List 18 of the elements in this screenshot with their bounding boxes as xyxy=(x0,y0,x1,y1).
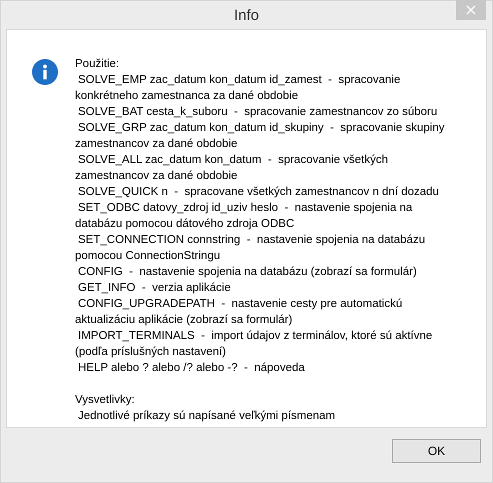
info-icon xyxy=(32,59,58,85)
ok-button[interactable]: OK xyxy=(392,439,481,463)
command-description: SOLVE_BAT cesta_k_suboru - spracovanie zamestnancov zo súboru xyxy=(77,105,438,120)
command-description: SET_CONNECTION connstring - nastavenie spojenia na databázu pomocou ConnectionStringu xyxy=(75,233,426,264)
command-description: HELP alebo ? alebo /? alebo -? - nápoveda xyxy=(77,361,306,376)
notes-heading: Vysvetlivky: xyxy=(75,393,136,408)
command-description: GET_INFO - verzia aplikácie xyxy=(77,281,232,296)
note-text: Jednotlivé príkazy sú napísané veľkými písmenam xyxy=(77,409,336,424)
command-description: SOLVE_EMP zac_datum kon_datum id_zamest - spracovanie konkrétneho zamestnanca za dané obdobie xyxy=(75,73,402,104)
command-description: CONFIG - nastavenie spojenia na databázu (zobrazí sa formulár) xyxy=(77,265,418,280)
command-description: CONFIG_UPGRADEPATH - nastavenie cesty pre automatickú aktualizáciu aplikácie (zobrazí sa formulár) xyxy=(75,297,404,328)
command-description: SOLVE_ALL zac_datum kon_datum - spracovanie všetkých zamestnancov za dané obdobie xyxy=(75,153,390,184)
usage-heading: Použitie: xyxy=(75,57,120,72)
command-description: IMPORT_TERMINALS - import údajov z terminálov, ktoré sú aktívne (podľa príslušných nastavení) xyxy=(75,329,434,360)
window-title: Info xyxy=(234,6,260,24)
command-description: SOLVE_GRP zac_datum kon_datum id_skupiny - spracovanie skupiny zamestnancov za dané obdobie xyxy=(75,121,446,152)
command-description: SET_ODBC datovy_zdroj id_uziv heslo - nastavenie spojenia na databázu pomocou dátového zdroja ODBC xyxy=(75,201,414,232)
command-description: SOLVE_QUICK n - spracovane všetkých zamestnancov n dní dozadu xyxy=(77,185,440,200)
